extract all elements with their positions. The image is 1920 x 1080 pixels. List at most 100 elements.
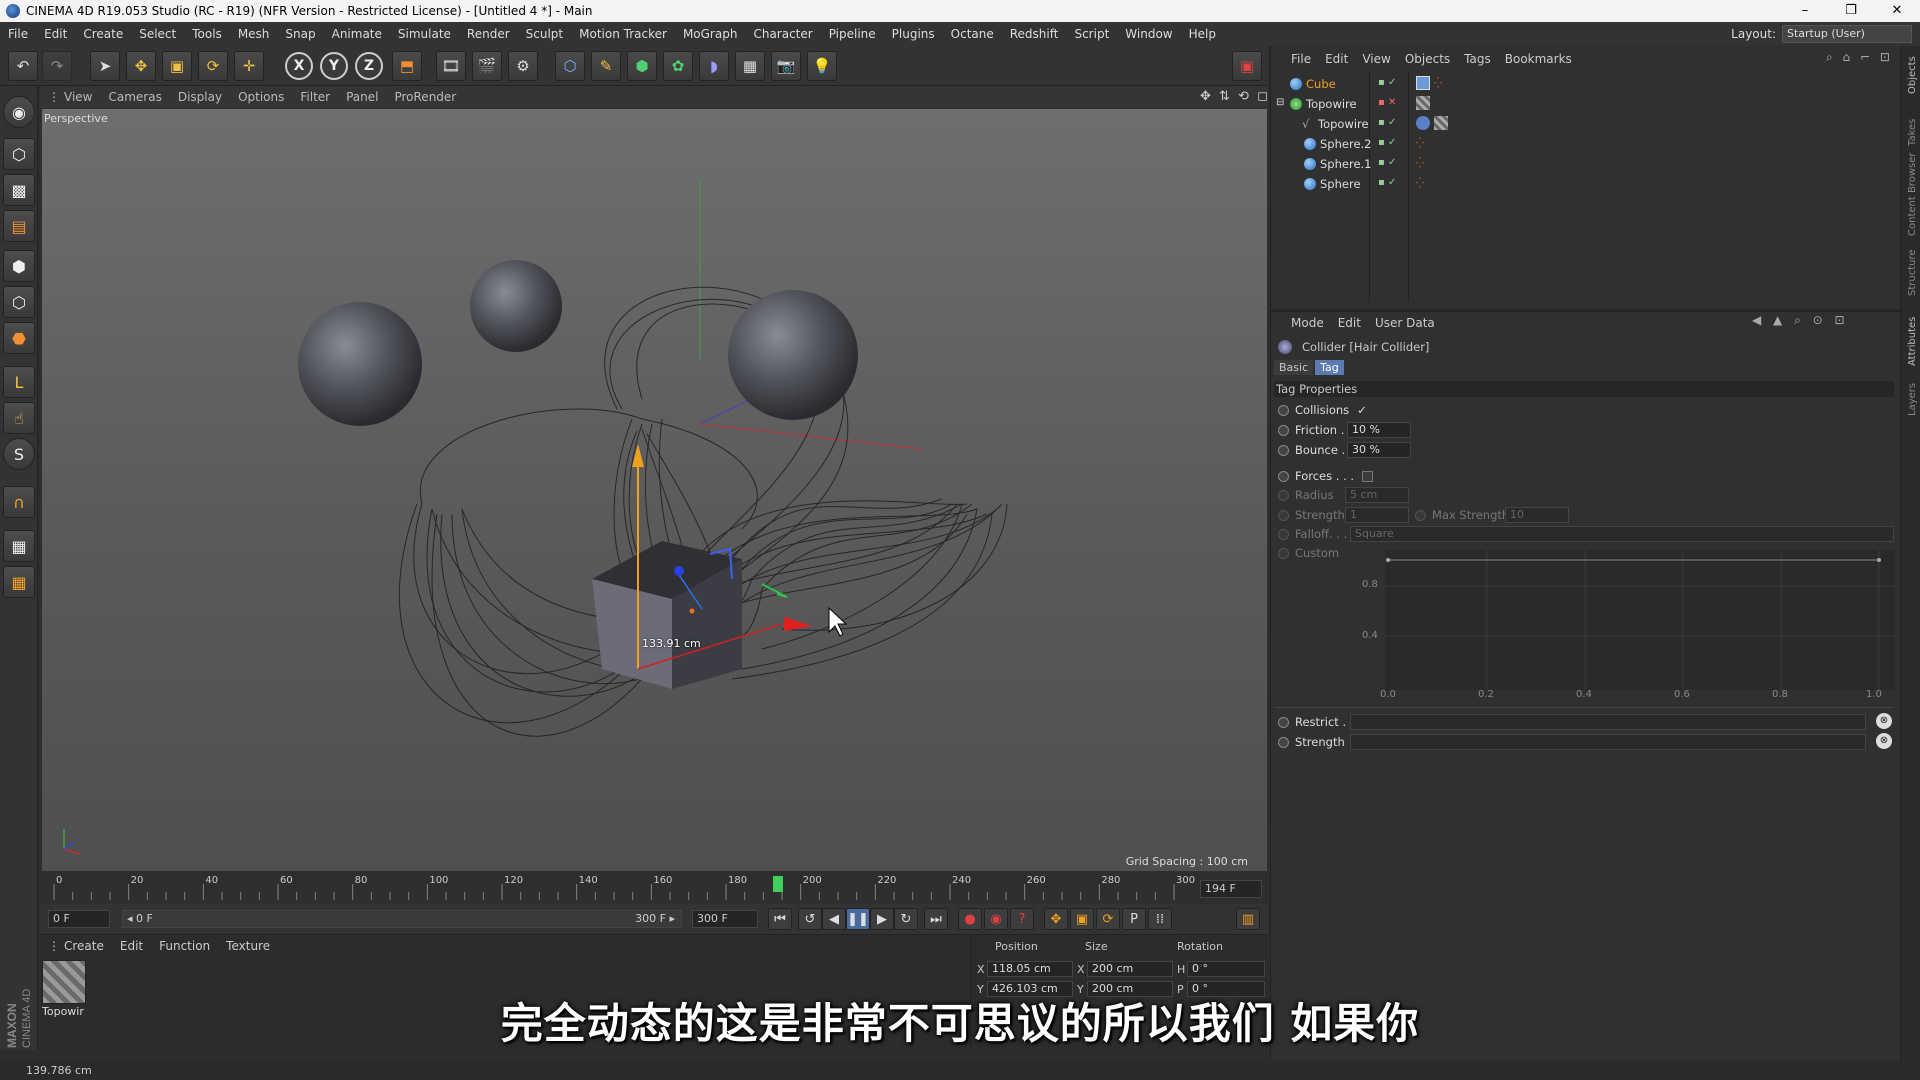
strength-clear-icon[interactable]: ⊗ bbox=[1876, 733, 1892, 749]
gizmo-x-arrow-icon[interactable] bbox=[784, 617, 812, 631]
object-row-sphere[interactable]: Sphere ▪ ✓ ⁛ bbox=[1276, 174, 1896, 194]
edges-mode-icon[interactable]: ⬡ bbox=[3, 286, 35, 318]
gizmo-z-handle[interactable] bbox=[674, 566, 684, 576]
size-x-field[interactable]: 200 cm bbox=[1087, 961, 1173, 977]
floor-scene-icon[interactable]: ▦ bbox=[735, 51, 765, 81]
attribute-nav-icons[interactable]: ◀ ▲ ⌕ ⊙ ⊡ bbox=[1752, 313, 1849, 328]
falloff-dropdown[interactable]: Square bbox=[1350, 526, 1894, 542]
menu-window[interactable]: Window bbox=[1117, 27, 1180, 41]
material-menu-create[interactable]: Create bbox=[56, 939, 112, 953]
render-picture-viewer-icon[interactable]: 🎬 bbox=[472, 51, 502, 81]
object-row-topowire-parent[interactable]: ⊟ Topowire ▪ ✕ bbox=[1276, 94, 1896, 114]
object-visibility-flags[interactable]: ▪ ✕ bbox=[1378, 97, 1396, 108]
keyframe-selection-icon[interactable]: ? bbox=[1010, 908, 1034, 930]
max-strength-field[interactable]: 10 bbox=[1505, 507, 1569, 523]
collisions-anim-icon[interactable] bbox=[1278, 404, 1289, 416]
tweak-mode-icon[interactable]: ☝ bbox=[3, 402, 35, 434]
live-select-icon[interactable]: ✛ bbox=[234, 51, 264, 81]
menu-snap[interactable]: Snap bbox=[277, 27, 323, 41]
tab-tag[interactable]: Tag bbox=[1315, 360, 1344, 375]
viewport-menu-filter[interactable]: Filter bbox=[292, 90, 338, 104]
sphere-middle[interactable] bbox=[470, 260, 562, 352]
attributes-menu-mode[interactable]: Mode bbox=[1284, 316, 1331, 330]
model-mode-icon[interactable]: ⬡ bbox=[3, 138, 35, 170]
object-visibility-flags[interactable]: ▪ ✓ bbox=[1378, 137, 1396, 148]
rotate-icon[interactable]: ⟳ bbox=[198, 51, 228, 81]
menu-sculpt[interactable]: Sculpt bbox=[518, 27, 571, 41]
max-strength-anim-icon[interactable] bbox=[1415, 509, 1426, 521]
object-visibility-flags[interactable]: ▪ ✓ bbox=[1378, 117, 1396, 128]
polygons-mode-icon[interactable]: ⬣ bbox=[3, 322, 35, 354]
light-icon[interactable]: 💡 bbox=[807, 51, 837, 81]
forces-checkbox[interactable] bbox=[1362, 470, 1374, 482]
magnet-icon[interactable]: ∩ bbox=[3, 486, 35, 518]
mograph-cloner-icon[interactable]: ✿ bbox=[663, 51, 693, 81]
undo-icon[interactable]: ↶ bbox=[8, 51, 38, 81]
collisions-checkbox[interactable]: ✓ bbox=[1357, 403, 1367, 417]
material-menu-edit[interactable]: Edit bbox=[112, 939, 151, 953]
side-tab-objects[interactable]: Objects bbox=[1907, 56, 1918, 94]
forces-anim-icon[interactable] bbox=[1278, 470, 1289, 482]
key-position-icon[interactable]: ✥ bbox=[1044, 908, 1068, 930]
viewport-menu-view[interactable]: View bbox=[56, 90, 100, 104]
position-x-field[interactable]: 118.05 cm bbox=[987, 961, 1073, 977]
preview-range-slider[interactable]: ◂ 0 F 300 F ▸ bbox=[122, 910, 682, 928]
objects-menu-objects[interactable]: Objects bbox=[1398, 52, 1457, 66]
snap-icon[interactable]: S bbox=[3, 438, 35, 470]
side-tab-layers[interactable]: Layers bbox=[1907, 383, 1918, 416]
objects-menu-tags[interactable]: Tags bbox=[1457, 52, 1498, 66]
key-parameter-icon[interactable]: P bbox=[1122, 908, 1146, 930]
strength-link-field[interactable] bbox=[1350, 734, 1866, 750]
restrict-link-field[interactable] bbox=[1350, 714, 1866, 730]
menu-script[interactable]: Script bbox=[1066, 27, 1117, 41]
menu-pipeline[interactable]: Pipeline bbox=[821, 27, 884, 41]
menu-render[interactable]: Render bbox=[459, 27, 518, 41]
menu-simulate[interactable]: Simulate bbox=[390, 27, 459, 41]
side-tab-takes[interactable]: Takes bbox=[1907, 119, 1918, 147]
material-tag-icon[interactable] bbox=[1434, 116, 1448, 130]
material-menu-texture[interactable]: Texture bbox=[218, 939, 278, 953]
tab-basic[interactable]: Basic bbox=[1274, 360, 1314, 375]
menu-character[interactable]: Character bbox=[745, 27, 820, 41]
radius-anim-icon[interactable] bbox=[1278, 489, 1289, 501]
menu-tools[interactable]: Tools bbox=[184, 27, 230, 41]
material-tag-icon[interactable] bbox=[1416, 96, 1430, 110]
objects-menu-bookmarks[interactable]: Bookmarks bbox=[1498, 52, 1579, 66]
end-frame-field[interactable]: 300 F bbox=[692, 910, 758, 928]
viewport-menu-options[interactable]: Options bbox=[230, 90, 292, 104]
curve-point-end[interactable] bbox=[1877, 558, 1881, 562]
menu-select[interactable]: Select bbox=[131, 27, 184, 41]
attributes-menu-user-data[interactable]: User Data bbox=[1368, 316, 1442, 330]
key-pla-icon[interactable]: ⁞⁞ bbox=[1148, 908, 1172, 930]
axis-x-icon[interactable]: X bbox=[285, 52, 313, 80]
object-visibility-flags[interactable]: ▪ ✓ bbox=[1378, 157, 1396, 168]
spline-pen-icon[interactable]: ✎ bbox=[591, 51, 621, 81]
start-frame-field[interactable]: 0 F bbox=[48, 910, 110, 928]
menu-animate[interactable]: Animate bbox=[324, 27, 390, 41]
close-button[interactable]: ✕ bbox=[1874, 0, 1920, 22]
restrict-clear-icon[interactable]: ⊗ bbox=[1876, 713, 1892, 729]
strength2-anim-icon[interactable] bbox=[1278, 736, 1289, 748]
timeline-ruler[interactable]: 0 20 40 60 80 100 120 140 160 180 200 220 240 260 280 3… bbox=[40, 872, 1268, 904]
hair-tag-icon[interactable] bbox=[1416, 116, 1430, 130]
previous-key-icon[interactable]: ↺ bbox=[798, 908, 822, 930]
go-to-end-icon[interactable]: ⏭ bbox=[924, 908, 948, 930]
objects-menu-file[interactable]: File bbox=[1284, 52, 1318, 66]
viewport-menu-prorender[interactable]: ProRender bbox=[386, 90, 464, 104]
object-row-topowire-child[interactable]: √ Topowire ▪ ✓ bbox=[1276, 114, 1896, 134]
rotation-h-field[interactable]: 0 ° bbox=[1187, 961, 1265, 977]
record-active-icon[interactable]: ● bbox=[958, 908, 982, 930]
sphere-right[interactable] bbox=[728, 290, 858, 420]
collider-tag-icon[interactable] bbox=[1416, 76, 1430, 90]
viewport-menu-cameras[interactable]: Cameras bbox=[100, 90, 169, 104]
object-row-sphere1[interactable]: Sphere.1 ▪ ✓ ⁛ bbox=[1276, 154, 1896, 174]
menu-plugins[interactable]: Plugins bbox=[884, 27, 943, 41]
object-manager-tools-icons[interactable]: ⌕ ⌂ ⌐ ⊡ bbox=[1826, 50, 1893, 65]
expand-toggle-icon[interactable]: ⊟ bbox=[1276, 97, 1284, 108]
next-frame-icon[interactable]: ▶ bbox=[870, 908, 894, 930]
autokey-icon[interactable]: ◉ bbox=[984, 908, 1008, 930]
axis-mode-icon[interactable]: L bbox=[3, 366, 35, 398]
friction-field[interactable]: 10 % bbox=[1347, 422, 1411, 438]
cube-primitive-icon[interactable]: ⬡ bbox=[555, 51, 585, 81]
previous-frame-icon[interactable]: ◀ bbox=[822, 908, 846, 930]
